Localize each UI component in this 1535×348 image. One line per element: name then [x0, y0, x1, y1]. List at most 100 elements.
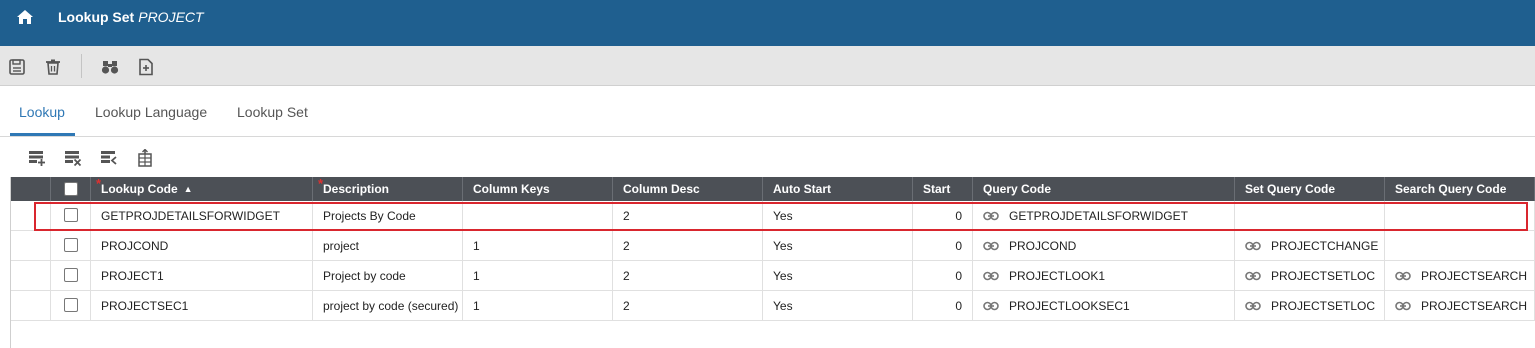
column-desc-cell-text: 2: [623, 209, 630, 223]
start-cell[interactable]: 0: [913, 201, 973, 231]
tab-lookup-language[interactable]: Lookup Language: [95, 104, 207, 120]
header-search-query-code[interactable]: Search Query Code: [1385, 177, 1535, 201]
home-icon[interactable]: [16, 9, 34, 25]
row-indicator-cell: [11, 231, 51, 261]
header-lookup-code-label: Lookup Code: [101, 182, 178, 196]
auto-start-cell[interactable]: Yes: [763, 261, 913, 291]
delete-row-icon[interactable]: [64, 149, 82, 167]
table-row[interactable]: PROJECTSEC1 project by code (secured) 1 2 Ye…: [11, 291, 1535, 321]
auto-start-cell-text: Yes: [773, 299, 793, 313]
query-code-cell[interactable]: PROJCOND: [973, 231, 1235, 261]
select-cell: [51, 291, 91, 321]
start-cell[interactable]: 0: [913, 291, 973, 321]
set-query-code-cell[interactable]: [1235, 201, 1385, 231]
search-query-code-cell[interactable]: PROJECTSEARCH: [1385, 261, 1535, 291]
header-column-desc[interactable]: Column Desc: [613, 177, 763, 201]
auto-start-cell-text: Yes: [773, 239, 793, 253]
header-description[interactable]: * Description: [313, 177, 463, 201]
header-query-code[interactable]: Query Code: [973, 177, 1235, 201]
auto-start-cell[interactable]: Yes: [763, 231, 913, 261]
column-desc-cell[interactable]: 2: [613, 231, 763, 261]
header-auto-start[interactable]: Auto Start: [763, 177, 913, 201]
start-cell[interactable]: 0: [913, 261, 973, 291]
description-cell-text: Project by code: [323, 269, 406, 283]
column-desc-cell-text: 2: [623, 269, 630, 283]
header-lookup-code[interactable]: * Lookup Code ▲: [91, 177, 313, 201]
link-icon: [1245, 241, 1261, 251]
query-code-cell-text: PROJECTLOOK1: [1009, 269, 1106, 283]
lookup-code-cell-text: PROJECT1: [101, 269, 164, 283]
add-row-icon[interactable]: [28, 149, 46, 167]
select-all-checkbox[interactable]: [64, 182, 78, 196]
row-checkbox[interactable]: [64, 238, 78, 252]
query-code-cell-text: GETPROJDETAILSFORWIDGET: [1009, 209, 1188, 223]
set-query-code-cell[interactable]: PROJECTCHANGE: [1235, 231, 1385, 261]
query-code-cell[interactable]: PROJECTLOOK1: [973, 261, 1235, 291]
table-row[interactable]: PROJCOND project 1 2 Yes 0 PROJCOND PROJECTCHAN…: [11, 231, 1535, 261]
lookup-code-cell-text: PROJCOND: [101, 239, 169, 253]
column-keys-cell[interactable]: [463, 201, 613, 231]
description-cell[interactable]: Project by code: [313, 261, 463, 291]
binoculars-icon[interactable]: [101, 58, 119, 76]
query-code-cell[interactable]: PROJECTLOOKSEC1: [973, 291, 1235, 321]
tab-lookup[interactable]: Lookup: [19, 104, 65, 120]
row-indicator-cell: [11, 261, 51, 291]
description-cell-text: Projects By Code: [323, 209, 416, 223]
column-keys-cell[interactable]: 1: [463, 291, 613, 321]
page-title: Lookup Set PROJECT: [58, 9, 204, 25]
query-code-cell[interactable]: GETPROJDETAILSFORWIDGET: [973, 201, 1235, 231]
query-code-cell-text: PROJECTLOOKSEC1: [1009, 299, 1130, 313]
column-desc-cell[interactable]: 2: [613, 291, 763, 321]
sort-ascending-icon[interactable]: ▲: [184, 184, 193, 194]
auto-start-cell[interactable]: Yes: [763, 291, 913, 321]
start-cell[interactable]: 0: [913, 231, 973, 261]
search-query-code-cell[interactable]: [1385, 231, 1535, 261]
column-desc-cell-text: 2: [623, 239, 630, 253]
row-checkbox[interactable]: [64, 208, 78, 222]
lookup-code-cell[interactable]: GETPROJDETAILSFORWIDGET: [91, 201, 313, 231]
delete-icon[interactable]: [44, 58, 62, 76]
description-cell[interactable]: project by code (secured): [313, 291, 463, 321]
column-keys-cell-text: 1: [473, 239, 480, 253]
table-row[interactable]: PROJECT1 Project by code 1 2 Yes 0 PROJECTLOOK…: [11, 261, 1535, 291]
table-row[interactable]: GETPROJDETAILSFORWIDGET Projects By Code 2…: [11, 201, 1535, 231]
header-start[interactable]: Start: [913, 177, 973, 201]
lookup-code-cell[interactable]: PROJCOND: [91, 231, 313, 261]
page-title-text: Lookup Set: [58, 9, 135, 25]
link-icon: [1395, 301, 1411, 311]
description-cell[interactable]: Projects By Code: [313, 201, 463, 231]
tab-bar: Lookup Lookup Language Lookup Set: [0, 86, 1535, 137]
auto-start-cell[interactable]: Yes: [763, 201, 913, 231]
select-cell: [51, 231, 91, 261]
auto-start-cell-text: Yes: [773, 209, 793, 223]
search-query-code-cell[interactable]: [1385, 201, 1535, 231]
export-icon[interactable]: [136, 149, 154, 167]
header-column-keys[interactable]: Column Keys: [463, 177, 613, 201]
save-icon[interactable]: [8, 58, 26, 76]
column-desc-cell[interactable]: 2: [613, 201, 763, 231]
edit-row-icon[interactable]: [100, 149, 118, 167]
toolbar: [0, 46, 1535, 86]
new-record-icon[interactable]: [137, 58, 155, 76]
lookup-code-cell[interactable]: PROJECTSEC1: [91, 291, 313, 321]
column-keys-cell[interactable]: 1: [463, 231, 613, 261]
lookup-code-cell[interactable]: PROJECT1: [91, 261, 313, 291]
header-row-indicator: [11, 177, 51, 201]
row-checkbox[interactable]: [64, 268, 78, 282]
link-icon: [1395, 271, 1411, 281]
set-query-code-cell[interactable]: PROJECTSETLOC: [1235, 291, 1385, 321]
start-cell-text: 0: [955, 209, 962, 223]
column-keys-cell-text: 1: [473, 299, 480, 313]
row-checkbox[interactable]: [64, 298, 78, 312]
search-query-code-cell-text: PROJECTSEARCH: [1421, 299, 1528, 313]
search-query-code-cell[interactable]: PROJECTSEARCH: [1385, 291, 1535, 321]
column-desc-cell[interactable]: 2: [613, 261, 763, 291]
tab-lookup-set[interactable]: Lookup Set: [237, 104, 308, 120]
header-set-query-code[interactable]: Set Query Code: [1235, 177, 1385, 201]
start-cell-text: 0: [955, 269, 962, 283]
set-query-code-cell[interactable]: PROJECTSETLOC: [1235, 261, 1385, 291]
description-cell-text: project by code (secured): [323, 299, 459, 313]
required-marker: *: [96, 177, 102, 191]
description-cell[interactable]: project: [313, 231, 463, 261]
column-keys-cell[interactable]: 1: [463, 261, 613, 291]
